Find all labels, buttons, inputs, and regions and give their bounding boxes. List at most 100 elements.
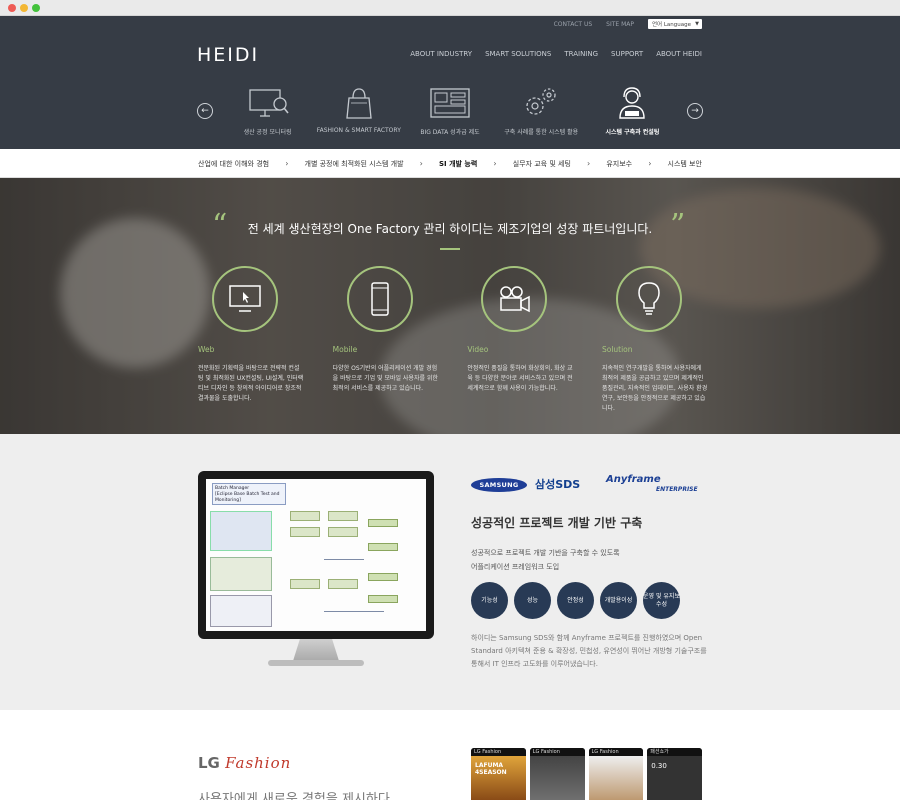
anyframe-logo: Anyframe bbox=[606, 474, 661, 485]
screen-subtitle: [Eclipse Base Batch Test and Monitoring] bbox=[215, 492, 280, 503]
badge-performance: 성능 bbox=[514, 582, 551, 619]
lg-fashion-section: LG Fashion 사용자에게 새로운 경험을 제시하다. LG Fashio… bbox=[0, 710, 900, 800]
category-consulting[interactable]: 시스템 구축과 컨설팅 bbox=[587, 86, 678, 136]
badge-functionality: 기능성 bbox=[471, 582, 508, 619]
dashboard-icon bbox=[430, 88, 470, 118]
service-description: 전문화된 기획력을 바탕으로 전략적 컨설팅 및 최적화된 UX컨설팅, UI설… bbox=[198, 365, 304, 402]
headset-user-icon bbox=[619, 87, 646, 119]
lightbulb-icon bbox=[638, 282, 660, 315]
badge-maintainability: 운영 및 유지보수성 bbox=[643, 582, 680, 619]
sitemap-link[interactable]: SITE MAP bbox=[606, 21, 634, 28]
phone-header: LG Fashion bbox=[471, 748, 526, 756]
maximize-window-icon[interactable] bbox=[32, 4, 40, 12]
phone-screen: LG Fashion bbox=[529, 748, 585, 800]
service-description: 안정적인 품질을 통하여 화상회의, 화상 교육 등 다양한 분야로 서비스하고… bbox=[467, 365, 573, 392]
category-fashion[interactable]: FASHION & SMART FACTORY bbox=[313, 86, 404, 136]
subnav-item-training[interactable]: 실무자 교육 및 세팅 bbox=[513, 159, 571, 169]
product-image bbox=[529, 756, 585, 800]
price-display: 0.30 bbox=[647, 756, 702, 800]
arrow-right-icon: → bbox=[691, 106, 699, 116]
category-label: 생산 공정 모니터링 bbox=[243, 129, 292, 136]
category-label: FASHION & SMART FACTORY bbox=[316, 127, 401, 134]
service-title: Solution bbox=[601, 345, 633, 354]
subnav-item-maintenance[interactable]: 유지보수 bbox=[606, 159, 632, 169]
subnav-item-security[interactable]: 시스템 보안 bbox=[668, 159, 702, 169]
service-web: Web 전문화된 기획력을 바탕으로 전략적 컨설팅 및 최적화된 UX컨설팅,… bbox=[198, 266, 303, 414]
chevron-right-icon: › bbox=[285, 159, 289, 168]
section-slogan: 사용자에게 새로운 경험을 제시하다. bbox=[198, 792, 394, 800]
dropdown-arrow-icon: ▼ bbox=[695, 21, 699, 27]
site-logo[interactable]: HEIDI bbox=[197, 44, 259, 66]
monitor-base bbox=[268, 660, 364, 666]
service-list: Web 전문화된 기획력을 바탕으로 전략적 컨설팅 및 최적화된 UX컨설팅,… bbox=[198, 266, 707, 414]
category-monitoring[interactable]: 생산 공정 모니터링 bbox=[222, 86, 313, 136]
phone-screen: LG Fashion LAFUMA 4SEASON bbox=[471, 748, 526, 800]
utility-bar: CONTACT US SITE MAP 언어 Language ▼ bbox=[554, 16, 702, 32]
service-video: Video 안정적인 품질을 통하여 화상회의, 화상 교육 등 다양한 분야로… bbox=[467, 266, 573, 414]
language-select-value: 언어 Language bbox=[652, 22, 692, 28]
bag-image bbox=[588, 756, 644, 800]
nav-training[interactable]: TRAINING bbox=[564, 50, 598, 58]
fashion-logo-text: Fashion bbox=[225, 754, 292, 772]
category-label: 구축 사례를 통한 시스템 활용 bbox=[504, 129, 579, 136]
quality-badges: 기능성 성능 안정성 개발용이성 운영 및 유지보수성 bbox=[471, 582, 680, 619]
subtitle-line: 성공적으로 프로젝트 개발 기반을 구축할 수 있도록 bbox=[471, 549, 620, 557]
mobile-screenshots: LG Fashion LAFUMA 4SEASON LG Fashion LG … bbox=[471, 748, 702, 800]
quote-divider bbox=[440, 248, 460, 250]
subnav-item-custom-dev[interactable]: 개별 공정에 최적화된 시스템 개발 bbox=[305, 159, 404, 169]
service-mobile: Mobile 다양한 OS기반의 어플리케이션 개발 경험을 바탕으로 기업 및… bbox=[332, 266, 438, 414]
main-nav: ABOUT INDUSTRY SMART SOLUTIONS TRAINING … bbox=[410, 50, 702, 58]
chevron-right-icon: › bbox=[648, 159, 652, 168]
samsung-sds-logo: 삼성SDS bbox=[535, 478, 581, 491]
section-subtitle: 성공적으로 프로젝트 개발 기반을 구축할 수 있도록 어플리케이션 프레임워크… bbox=[471, 546, 711, 574]
monitor-mockup: Batch Manager [Eclipse Base Batch Test a… bbox=[198, 471, 434, 639]
hero-quote: 전 세계 생산현장의 One Factory 관리 하이디는 제조기업의 성장 … bbox=[247, 222, 653, 236]
service-solution: Solution 지속적인 연구개발을 통하여 사용자에게 최적의 제품을 공급… bbox=[601, 266, 707, 414]
hero-banner: “ ” 전 세계 생산현장의 One Factory 관리 하이디는 제조기업의… bbox=[0, 178, 900, 434]
nav-smart-solutions[interactable]: SMART SOLUTIONS bbox=[485, 50, 551, 58]
lg-logo-text: LG bbox=[198, 754, 220, 772]
site-header: CONTACT US SITE MAP 언어 Language ▼ HEIDI … bbox=[0, 16, 900, 149]
desktop-cursor-icon bbox=[229, 285, 261, 312]
subtitle-line: 어플리케이션 프레임워크 도입 bbox=[471, 563, 560, 571]
category-carousel: 생산 공정 모니터링 FASHION & SMART FACTORY BIG D… bbox=[222, 86, 678, 136]
gears-icon bbox=[526, 88, 556, 115]
carousel-next-button[interactable]: → bbox=[687, 103, 703, 119]
batch-manager-screenshot: Batch Manager [Eclipse Base Batch Test a… bbox=[206, 479, 426, 631]
chevron-right-icon: › bbox=[419, 159, 423, 168]
section-body: 하이디는 Samsung SDS와 함께 Anyframe 프로젝트를 진행하였… bbox=[471, 634, 707, 668]
samsung-logo: SAMSUNG bbox=[471, 478, 527, 492]
phone-screen: LG Fashion bbox=[588, 748, 644, 800]
nav-about-heidi[interactable]: ABOUT HEIDI bbox=[656, 50, 702, 58]
category-case-studies[interactable]: 구축 사례를 통한 시스템 활용 bbox=[496, 86, 587, 136]
nav-support[interactable]: SUPPORT bbox=[611, 50, 643, 58]
subnav-item-experience[interactable]: 산업에 대한 이해와 경험 bbox=[198, 159, 269, 169]
badge-ease-of-development: 개발용이성 bbox=[600, 582, 637, 619]
phone-header: LG Fashion bbox=[529, 748, 585, 756]
chevron-right-icon: › bbox=[587, 159, 591, 168]
arrow-left-icon: ← bbox=[201, 106, 209, 116]
carousel-prev-button[interactable]: ← bbox=[197, 103, 213, 119]
contact-link[interactable]: CONTACT US bbox=[554, 21, 593, 28]
language-select[interactable]: 언어 Language ▼ bbox=[648, 19, 702, 29]
monitor-stand bbox=[293, 639, 339, 661]
chevron-right-icon: › bbox=[493, 159, 497, 168]
phone-screen: 패션쇼가 0.30 bbox=[647, 748, 702, 800]
anyframe-enterprise-label: ENTERPRISE bbox=[656, 486, 698, 493]
lg-fashion-logo: LG Fashion bbox=[198, 754, 291, 772]
service-title: Web bbox=[198, 345, 215, 354]
shopping-bag-icon bbox=[346, 88, 372, 119]
subnav-item-si[interactable]: SI 개발 능력 bbox=[439, 159, 477, 169]
nav-about-industry[interactable]: ABOUT INDUSTRY bbox=[410, 50, 472, 58]
category-label: BIG DATA 성과급 제도 bbox=[420, 129, 480, 136]
service-description: 다양한 OS기반의 어플리케이션 개발 경험을 바탕으로 기업 및 모바일 사용… bbox=[332, 365, 438, 392]
service-title: Mobile bbox=[332, 345, 358, 354]
browser-chrome bbox=[0, 0, 900, 16]
minimize-window-icon[interactable] bbox=[20, 4, 28, 12]
samsung-case-section: Batch Manager [Eclipse Base Batch Test a… bbox=[0, 434, 900, 710]
service-title: Video bbox=[467, 345, 489, 354]
category-bigdata[interactable]: BIG DATA 성과급 제도 bbox=[404, 86, 495, 136]
badge-stability: 안정성 bbox=[557, 582, 594, 619]
close-window-icon[interactable] bbox=[8, 4, 16, 12]
phone-header: 패션쇼가 bbox=[647, 748, 702, 756]
